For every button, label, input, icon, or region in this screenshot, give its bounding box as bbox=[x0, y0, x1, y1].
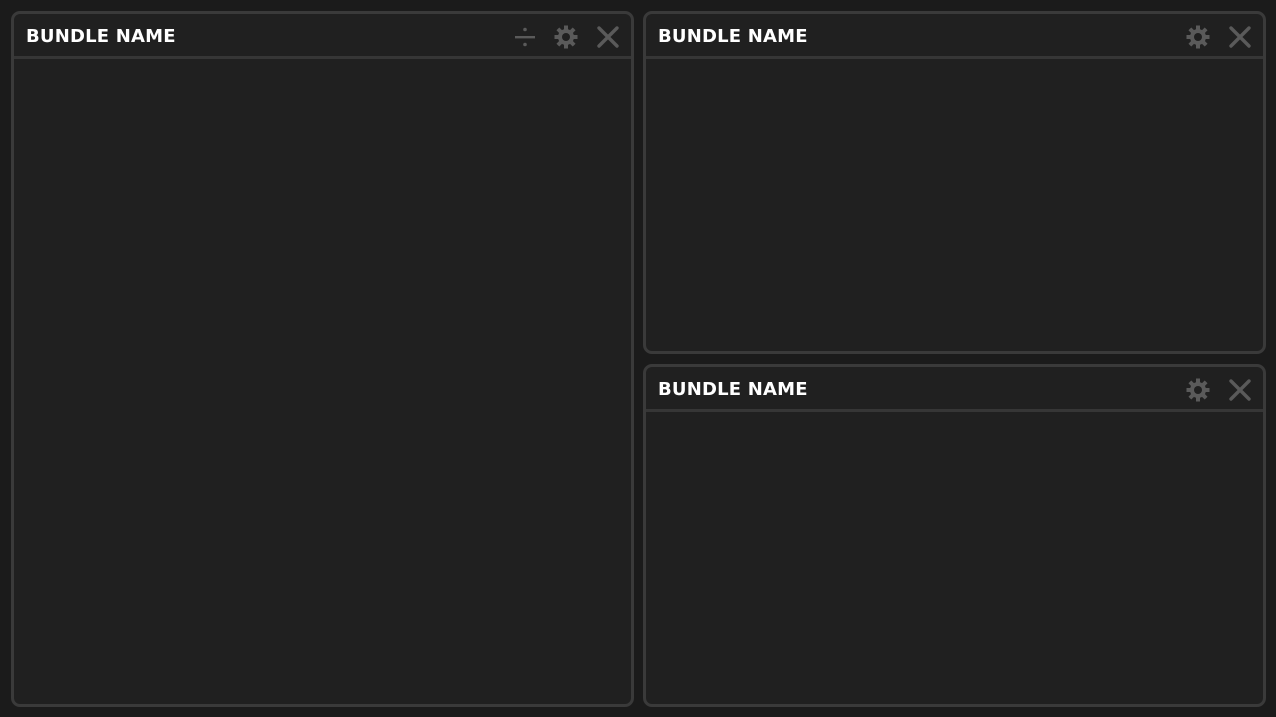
panel-title: BUNDLE NAME bbox=[658, 379, 808, 400]
gear-icon[interactable] bbox=[554, 25, 578, 49]
close-icon[interactable] bbox=[1228, 25, 1252, 49]
close-icon[interactable] bbox=[1228, 378, 1252, 402]
panel-body bbox=[646, 412, 1263, 704]
panel-body bbox=[14, 59, 631, 704]
gear-icon[interactable] bbox=[1186, 25, 1210, 49]
gear-icon[interactable] bbox=[1186, 378, 1210, 402]
panel-header: BUNDLE NAME bbox=[646, 14, 1263, 59]
bundle-panel-left: BUNDLE NAME bbox=[11, 11, 634, 707]
close-icon[interactable] bbox=[596, 25, 620, 49]
panel-title: BUNDLE NAME bbox=[658, 26, 808, 47]
panel-header: BUNDLE NAME bbox=[14, 14, 631, 59]
panel-body bbox=[646, 59, 1263, 351]
panel-title: BUNDLE NAME bbox=[26, 26, 176, 47]
divide-icon[interactable] bbox=[513, 25, 537, 49]
bundle-panel-bottom-right: BUNDLE NAME bbox=[643, 364, 1266, 707]
panel-header: BUNDLE NAME bbox=[646, 367, 1263, 412]
bundle-panel-top-right: BUNDLE NAME bbox=[643, 11, 1266, 354]
